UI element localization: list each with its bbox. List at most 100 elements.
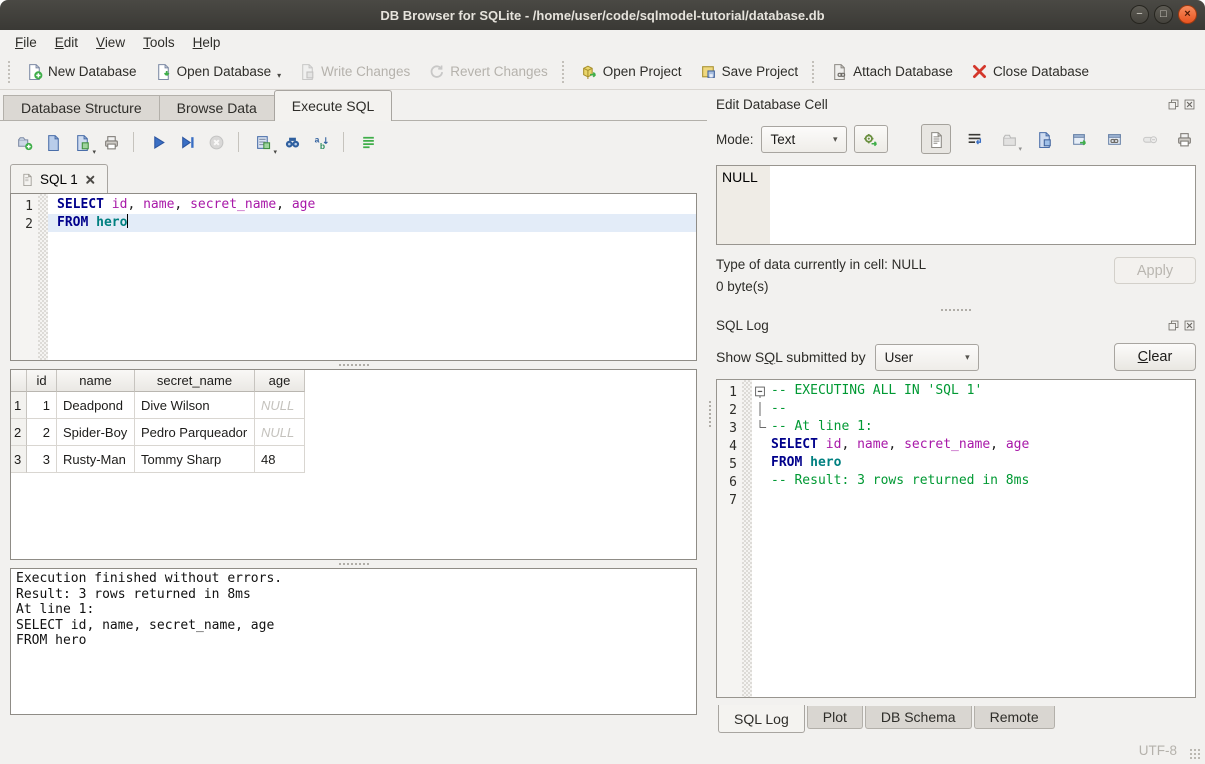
apply-button[interactable]: Apply xyxy=(1114,257,1196,284)
row-number[interactable]: 3 xyxy=(11,446,27,473)
sql-editor[interactable]: 12 SELECT id, name, secret_name, ageFROM… xyxy=(10,193,697,361)
table-cell[interactable]: Deadpond xyxy=(57,392,135,419)
word-wrap-icon xyxy=(966,131,983,148)
tab-execute-sql[interactable]: Execute SQL xyxy=(274,90,393,121)
execution-message-area[interactable]: Execution finished without errors.Result… xyxy=(10,568,697,715)
close-database-button[interactable]: Close Database xyxy=(962,59,1098,84)
bottom-tab-remote[interactable]: Remote xyxy=(974,706,1055,729)
word-wrap-button[interactable] xyxy=(962,127,986,151)
null-toggle-icon xyxy=(1141,131,1158,148)
log-line: -- xyxy=(767,400,1195,418)
toggle-results-button[interactable] xyxy=(356,130,381,154)
float-icon[interactable] xyxy=(1167,98,1180,111)
sql-log-view[interactable]: 1234567 -- EXECUTING ALL IN 'SQL 1'---- … xyxy=(716,379,1196,698)
editor-results-splitter[interactable] xyxy=(0,361,707,369)
tab-database-structure[interactable]: Database Structure xyxy=(3,95,160,121)
new-tab-button[interactable] xyxy=(12,130,37,154)
results-message-splitter[interactable] xyxy=(0,560,707,568)
execute-line-button[interactable] xyxy=(175,130,200,154)
bottom-tab-plot[interactable]: Plot xyxy=(807,706,863,729)
resize-grip[interactable] xyxy=(1189,748,1201,760)
open-external-icon xyxy=(1071,131,1088,148)
fold-marker xyxy=(752,418,767,436)
float-icon[interactable] xyxy=(1167,319,1180,332)
fold-markers[interactable] xyxy=(752,380,767,697)
open-database-icon xyxy=(155,63,172,80)
submitted-by-combobox[interactable]: User ▾ xyxy=(875,344,979,371)
row-number[interactable]: 2 xyxy=(11,419,27,446)
format-sql-button[interactable]: ab xyxy=(309,130,334,154)
find-button[interactable] xyxy=(280,130,305,154)
sql-doc-tab[interactable]: SQL 1 xyxy=(10,164,108,193)
line-number-gutter: 1234567 xyxy=(717,380,742,697)
menu-item-edit[interactable]: Edit xyxy=(46,33,87,52)
line-number: 1 xyxy=(11,198,33,216)
bottom-tab-sql-log[interactable]: SQL Log xyxy=(718,705,805,733)
table-cell[interactable]: Spider-Boy xyxy=(57,419,135,446)
column-header-name[interactable]: name xyxy=(57,370,135,392)
table-cell[interactable]: Rusty-Man xyxy=(57,446,135,473)
close-tab-icon[interactable] xyxy=(84,173,97,186)
dock-close-icon[interactable] xyxy=(1183,319,1196,332)
menu-item-tools[interactable]: Tools xyxy=(134,33,184,52)
bottom-tab-db-schema[interactable]: DB Schema xyxy=(865,706,972,729)
table-cell[interactable]: 48 xyxy=(255,446,305,473)
new-database-button[interactable]: New Database xyxy=(17,59,146,84)
minimize-button[interactable]: − xyxy=(1130,5,1149,24)
mode-combobox[interactable]: Text ▾ xyxy=(761,126,847,153)
save-project-icon xyxy=(700,63,717,80)
table-cell[interactable]: 2 xyxy=(27,419,57,446)
column-header-age[interactable]: age xyxy=(255,370,305,392)
clear-log-button[interactable]: Clear xyxy=(1114,343,1196,371)
table-cell[interactable]: NULL xyxy=(255,392,305,419)
menu-item-view[interactable]: View xyxy=(87,33,134,52)
maximize-button[interactable]: □ xyxy=(1154,5,1173,24)
log-line xyxy=(767,490,1195,508)
results-table[interactable]: idnamesecret_nameage11DeadpondDive Wilso… xyxy=(10,369,697,560)
dock-close-icon[interactable] xyxy=(1183,98,1196,111)
save-results-button[interactable]: ▾ xyxy=(251,130,276,154)
table-cell[interactable]: Tommy Sharp xyxy=(135,446,255,473)
table-cell[interactable]: 3 xyxy=(27,446,57,473)
sql-code-area[interactable]: SELECT id, name, secret_name, ageFROM he… xyxy=(48,194,696,360)
export-cell-button[interactable] xyxy=(1032,127,1056,151)
cell-null-value: NULL xyxy=(717,166,770,244)
column-header-secret_name[interactable]: secret_name xyxy=(135,370,255,392)
table-cell[interactable]: 1 xyxy=(27,392,57,419)
titlebar[interactable]: DB Browser for SQLite - /home/user/code/… xyxy=(0,0,1205,30)
execute-all-button[interactable] xyxy=(146,130,171,154)
table-cell[interactable]: Pedro Parqueador xyxy=(135,419,255,446)
tab-browse-data[interactable]: Browse Data xyxy=(159,95,275,121)
attach-database-button[interactable]: Attach Database xyxy=(822,59,962,84)
column-header-id[interactable]: id xyxy=(27,370,57,392)
toolbar-button-label: Write Changes xyxy=(321,64,410,79)
cell-log-splitter[interactable] xyxy=(716,306,1196,314)
fold-marker[interactable] xyxy=(752,382,767,400)
execute-sql-pane: ▾▾ab SQL 1 12 SELECT id, name, secret_na… xyxy=(0,120,707,737)
save-sql-button[interactable]: ▾ xyxy=(70,130,95,154)
row-number[interactable]: 1 xyxy=(11,392,27,419)
print-cell-button[interactable] xyxy=(1172,127,1196,151)
menu-item-file[interactable]: File xyxy=(6,33,46,52)
encoding-indicator[interactable]: UTF-8 xyxy=(1139,743,1177,758)
save-project-button[interactable]: Save Project xyxy=(691,59,808,84)
import-data-button[interactable] xyxy=(854,125,888,153)
text-mode-button[interactable] xyxy=(921,124,951,154)
table-cell[interactable]: NULL xyxy=(255,419,305,446)
open-project-button[interactable]: Open Project xyxy=(572,59,691,84)
toolbar-handle[interactable] xyxy=(8,61,13,83)
link-button[interactable] xyxy=(1102,127,1126,151)
toolbar-button-label: Close Database xyxy=(993,64,1089,79)
cell-value-editor[interactable]: NULL xyxy=(716,165,1196,245)
table-cell[interactable]: Dive Wilson xyxy=(135,392,255,419)
open-external-button[interactable] xyxy=(1067,127,1091,151)
line-number: 2 xyxy=(11,216,33,234)
write-changes-button: Write Changes xyxy=(290,59,419,84)
close-button[interactable]: × xyxy=(1178,5,1197,24)
print-button[interactable] xyxy=(99,130,124,154)
open-database-button[interactable]: Open Database▾ xyxy=(146,59,291,84)
chevron-down-icon: ▾ xyxy=(92,148,96,156)
menu-item-help[interactable]: Help xyxy=(184,33,230,52)
find-icon xyxy=(284,134,301,151)
open-sql-button[interactable] xyxy=(41,130,66,154)
